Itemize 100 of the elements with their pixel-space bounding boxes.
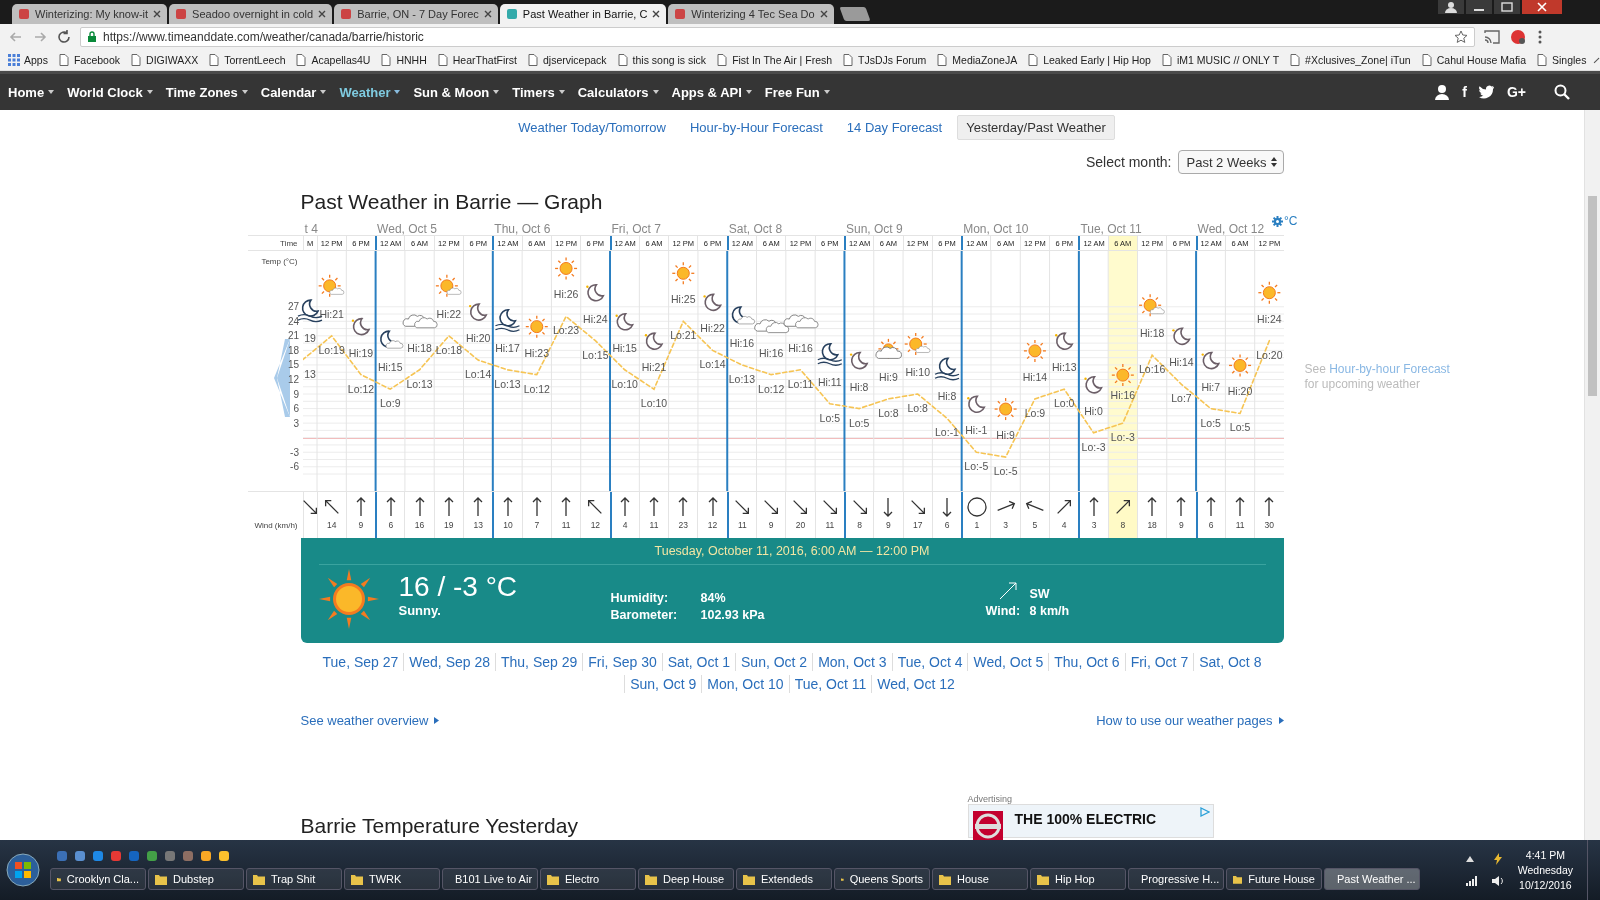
date-link[interactable]: Wed, Oct 5 <box>967 653 1049 671</box>
bookmark[interactable]: Leaked Early | Hip Hop <box>1027 54 1151 66</box>
date-link[interactable]: Sun, Oct 2 <box>735 653 813 671</box>
search-icon[interactable] <box>1554 84 1570 100</box>
close-icon[interactable] <box>153 10 162 18</box>
taskbar-button[interactable]: Hip Hop <box>1030 868 1126 890</box>
date-link[interactable]: Tue, Sep 27 <box>317 653 404 671</box>
extension-icon[interactable] <box>1509 29 1527 45</box>
new-tab-button[interactable] <box>839 7 871 21</box>
text-link[interactable]: See weather overview <box>300 713 440 728</box>
bookmark[interactable]: #Xclusives_Zone| iTun <box>1289 54 1411 66</box>
scrollbar-thumb[interactable] <box>1588 196 1597 396</box>
browser-tab[interactable]: Barrie, ON - 7 Day Forec <box>334 4 498 24</box>
sub-tab[interactable]: Hour-by-Hour Forecast <box>680 115 832 140</box>
bookmark[interactable]: MediaZoneJA <box>936 54 1018 66</box>
date-link[interactable]: Fri, Sep 30 <box>582 653 662 671</box>
nav-menu-item[interactable]: Home <box>8 84 55 100</box>
nav-menu-item[interactable]: Calculators <box>577 84 659 100</box>
date-link[interactable]: Sat, Oct 1 <box>661 653 735 671</box>
app-icon[interactable] <box>200 850 212 862</box>
date-link[interactable]: Mon, Oct 3 <box>812 653 892 671</box>
app-icon[interactable] <box>74 850 86 862</box>
user-icon[interactable] <box>1438 0 1464 14</box>
bookmark[interactable]: Facebook <box>57 54 121 66</box>
bookmark[interactable]: HNHH <box>380 54 427 66</box>
bookmark[interactable]: Cahul House Mafia <box>1420 54 1526 66</box>
taskbar-button[interactable]: Queens Sports <box>834 868 930 890</box>
taskbar-button[interactable]: House <box>932 868 1028 890</box>
date-link[interactable]: Fri, Oct 7 <box>1124 653 1194 671</box>
close-icon[interactable] <box>819 10 828 18</box>
app-icon[interactable] <box>146 850 158 862</box>
bookmark[interactable]: HearThatFirst <box>436 54 517 66</box>
nav-menu-item[interactable]: Weather <box>339 84 401 100</box>
taskbar-button[interactable]: Extendeds <box>736 868 832 890</box>
taskbar-button[interactable]: Electro <box>540 868 636 890</box>
reload-icon[interactable] <box>56 29 72 45</box>
signal-bars-icon[interactable] <box>1465 876 1478 886</box>
nav-menu-item[interactable]: Sun & Moon <box>413 84 500 100</box>
taskbar-button[interactable]: Crooklyn Cla... <box>50 868 146 890</box>
date-link[interactable]: Mon, Oct 10 <box>701 675 789 693</box>
browser-tab[interactable]: Winterizing 4 Tec Sea Do <box>668 4 834 24</box>
month-dropdown[interactable]: Past 2 Weeks <box>1177 150 1284 174</box>
date-link[interactable]: Thu, Oct 6 <box>1048 653 1125 671</box>
app-icon[interactable] <box>218 850 230 862</box>
text-link[interactable]: How to use our weather pages <box>1096 713 1284 728</box>
taskbar-button[interactable]: Past Weather ... <box>1324 868 1420 890</box>
sub-tab[interactable]: 14 Day Forecast <box>837 115 952 140</box>
speaker-icon[interactable] <box>1491 875 1504 887</box>
close-icon[interactable] <box>318 10 327 18</box>
maximize-icon[interactable] <box>1494 0 1520 14</box>
bookmark[interactable]: TJsDJs Forum <box>842 54 927 66</box>
bookmark[interactable]: Apps <box>8 54 48 66</box>
cast-icon[interactable] <box>1483 29 1501 45</box>
taskbar-button[interactable]: B101 Live to Air <box>442 868 538 890</box>
taskbar-button[interactable]: Dubstep <box>148 868 244 890</box>
taskbar-button[interactable]: Deep House <box>638 868 734 890</box>
chevron-up-icon[interactable] <box>1465 856 1474 862</box>
browser-tab[interactable]: Seadoo overnight in cold <box>169 4 333 24</box>
close-icon[interactable] <box>1522 0 1562 14</box>
bird-icon[interactable] <box>1478 85 1495 99</box>
date-link[interactable]: Tue, Oct 4 <box>891 653 968 671</box>
taskbar-button[interactable]: Trap Shit <box>246 868 342 890</box>
date-link[interactable]: Sun, Oct 9 <box>624 675 702 693</box>
sub-tab[interactable]: Weather Today/Tomorrow <box>509 115 675 140</box>
date-link[interactable]: Thu, Sep 29 <box>495 653 583 671</box>
close-icon[interactable] <box>652 10 661 18</box>
lightning-icon[interactable] <box>1491 853 1504 865</box>
app-icon[interactable] <box>92 850 104 862</box>
date-link[interactable]: Sat, Oct 8 <box>1193 653 1267 671</box>
bookmark[interactable]: iM1 MUSIC // ONLY T <box>1160 54 1280 66</box>
bookmark[interactable]: Fist In The Air | Fresh <box>716 54 833 66</box>
ad-banner[interactable]: THE 100% ELECTRIC <box>967 804 1214 838</box>
bookmark[interactable]: Singles <box>1536 54 1587 66</box>
date-link[interactable]: Tue, Oct 11 <box>788 675 872 693</box>
bookmark[interactable]: this song is sick <box>616 54 707 66</box>
nav-menu-item[interactable]: Timers <box>512 84 565 100</box>
unit-toggle[interactable]: °C <box>1272 214 1298 228</box>
browser-tab[interactable]: Past Weather in Barrie, C <box>499 4 667 24</box>
nav-menu-item[interactable]: Apps & API <box>671 84 752 100</box>
bookmark[interactable]: TorrentLeech <box>208 54 286 66</box>
bookmark[interactable]: djservicepack <box>526 54 607 66</box>
bookmark[interactable]: DIGIWAXX <box>130 54 199 66</box>
date-link[interactable]: Wed, Sep 28 <box>403 653 495 671</box>
taskbar-button[interactable]: Progressive H... <box>1128 868 1224 890</box>
close-icon[interactable] <box>483 10 492 18</box>
nav-menu-item[interactable]: Time Zones <box>165 84 248 100</box>
scrollbar[interactable] <box>1584 110 1600 840</box>
google-plus-link[interactable]: G+ <box>1506 84 1526 100</box>
nav-menu-item[interactable]: World Clock <box>67 84 153 100</box>
clock[interactable]: 4:41 PM Wednesday 10/12/2016 <box>1517 847 1573 893</box>
browser-tab[interactable]: Winterizing: My know-it <box>12 4 168 24</box>
minimize-icon[interactable] <box>1466 0 1492 14</box>
taskbar-button[interactable]: TWRK <box>344 868 440 890</box>
taskbar-button[interactable]: Future House <box>1226 868 1322 890</box>
address-bar[interactable]: https://www.timeanddate.com/weather/canada/barrie/historic <box>80 27 1475 47</box>
date-link[interactable]: Wed, Oct 12 <box>871 675 960 693</box>
bookmark[interactable]: Acapellas4U <box>295 54 371 66</box>
star-icon[interactable] <box>1454 30 1468 44</box>
user-icon[interactable] <box>1434 84 1451 100</box>
start-button[interactable] <box>6 853 40 887</box>
